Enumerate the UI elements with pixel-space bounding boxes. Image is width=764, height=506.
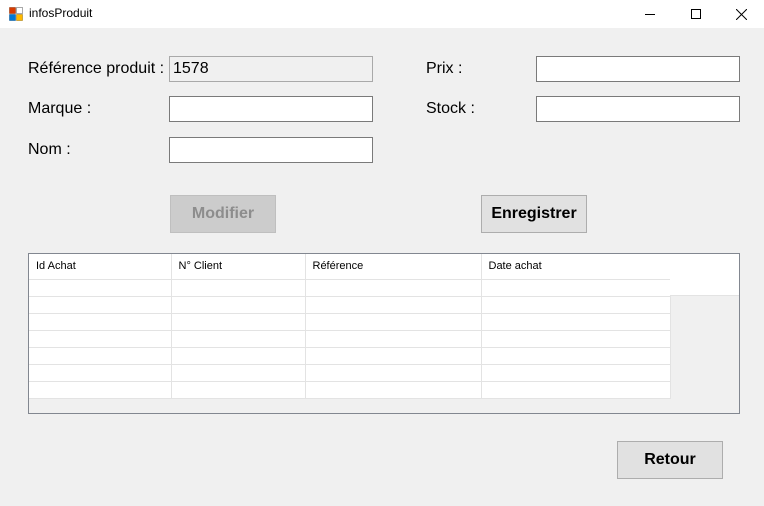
- table-cell[interactable]: [29, 279, 172, 297]
- marque-field[interactable]: [169, 96, 373, 122]
- table-cell[interactable]: [29, 296, 172, 314]
- table-cell[interactable]: [171, 330, 306, 348]
- table-cell[interactable]: [29, 347, 172, 365]
- table-cell[interactable]: [305, 313, 482, 331]
- reference-field[interactable]: [169, 56, 373, 82]
- table-cell[interactable]: [29, 313, 172, 331]
- table-cell[interactable]: [305, 364, 482, 382]
- table-cell[interactable]: [171, 279, 306, 297]
- table-cell[interactable]: [481, 364, 671, 382]
- minimize-icon: [645, 14, 655, 15]
- table-row[interactable]: [29, 347, 671, 365]
- stock-field[interactable]: [536, 96, 740, 122]
- achats-table: Id Achat N° Client Référence Date achat: [29, 254, 671, 399]
- table-cell[interactable]: [171, 313, 306, 331]
- table-cell[interactable]: [305, 279, 482, 297]
- prix-label: Prix :: [426, 60, 463, 77]
- table-cell[interactable]: [305, 330, 482, 348]
- table-cell[interactable]: [481, 347, 671, 365]
- maximize-icon: [691, 9, 701, 19]
- close-button[interactable]: [718, 0, 764, 28]
- enregistrer-button[interactable]: Enregistrer: [481, 195, 587, 233]
- maximize-button[interactable]: [673, 0, 719, 28]
- table-cell[interactable]: [171, 381, 306, 399]
- app-icon: [9, 7, 23, 21]
- table-row[interactable]: [29, 381, 671, 399]
- table-cell[interactable]: [481, 313, 671, 331]
- column-header-num-client[interactable]: N° Client: [171, 254, 306, 280]
- grid-header-filler: [670, 254, 739, 296]
- column-header-reference[interactable]: Référence: [305, 254, 482, 280]
- table-row[interactable]: [29, 364, 671, 382]
- table-cell[interactable]: [29, 364, 172, 382]
- title-bar: infosProduit: [0, 0, 764, 28]
- nom-label: Nom :: [28, 141, 71, 158]
- close-icon: [735, 8, 747, 20]
- table-cell[interactable]: [481, 279, 671, 297]
- table-cell[interactable]: [305, 381, 482, 399]
- table-cell[interactable]: [481, 296, 671, 314]
- table-cell[interactable]: [481, 381, 671, 399]
- prix-field[interactable]: [536, 56, 740, 82]
- modifier-button[interactable]: Modifier: [170, 195, 276, 233]
- table-row[interactable]: [29, 296, 671, 314]
- table-cell[interactable]: [481, 330, 671, 348]
- column-header-id-achat[interactable]: Id Achat: [29, 254, 172, 280]
- grid-header-row: Id Achat N° Client Référence Date achat: [29, 254, 671, 280]
- reference-label: Référence produit :: [28, 60, 165, 77]
- marque-label: Marque :: [28, 100, 92, 117]
- stock-label: Stock :: [426, 100, 475, 117]
- table-row[interactable]: [29, 313, 671, 331]
- nom-field[interactable]: [169, 137, 373, 163]
- minimize-button[interactable]: [627, 0, 673, 28]
- table-cell[interactable]: [171, 296, 306, 314]
- achats-grid[interactable]: Id Achat N° Client Référence Date achat: [28, 253, 740, 414]
- window-title: infosProduit: [29, 6, 93, 20]
- table-cell[interactable]: [171, 347, 306, 365]
- column-header-date-achat[interactable]: Date achat: [481, 254, 671, 280]
- table-row[interactable]: [29, 279, 671, 297]
- table-cell[interactable]: [305, 296, 482, 314]
- table-cell[interactable]: [305, 347, 482, 365]
- table-cell[interactable]: [171, 364, 306, 382]
- retour-button[interactable]: Retour: [617, 441, 723, 479]
- table-cell[interactable]: [29, 330, 172, 348]
- table-row[interactable]: [29, 330, 671, 348]
- table-cell[interactable]: [29, 381, 172, 399]
